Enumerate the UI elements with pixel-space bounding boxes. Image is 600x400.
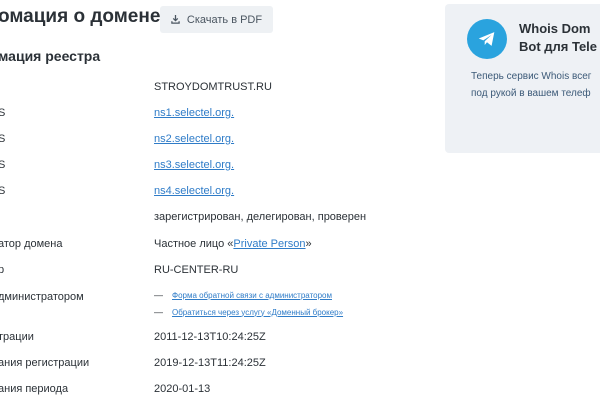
administrator-prefix: Частное лицо «: [154, 238, 234, 250]
ns1-link[interactable]: ns1.selectel.org.: [154, 107, 234, 119]
row-label-ns4: S: [0, 185, 6, 197]
private-person-link[interactable]: Private Person: [233, 238, 305, 250]
download-icon: [171, 15, 180, 24]
contact-line-broker: — Обратиться через услугу «Доменный брок…: [154, 307, 343, 317]
promo-title: Whois Dom Bot для Tele: [519, 20, 597, 56]
status-value: зарегистрирован, делегирован, проверен: [154, 211, 367, 223]
row-label-registration-expires: ания регистрации: [0, 357, 90, 369]
domain-broker-link[interactable]: Обратиться через услугу «Доменный брокер…: [172, 308, 343, 317]
administrator-suffix: »: [305, 238, 312, 250]
promo-text-line1: Теперь сервис Whois всег: [471, 71, 592, 82]
row-label-ns2: S: [0, 133, 6, 145]
row-label-created: трации: [0, 331, 34, 343]
row-label-period-expires: ания периода: [0, 383, 69, 395]
dash: —: [154, 307, 163, 317]
ns4-link[interactable]: ns4.selectel.org.: [154, 185, 234, 197]
telegram-bot-promo[interactable]: Whois Dom Bot для Tele Теперь сервис Who…: [445, 4, 600, 153]
feedback-form-link[interactable]: Форма обратной связи с администратором: [172, 291, 332, 300]
telegram-icon: [467, 19, 507, 59]
dash: —: [154, 290, 163, 300]
contact-line-feedback: — Форма обратной связи с администратором: [154, 290, 332, 300]
period-expires-date: 2020-01-13: [154, 383, 211, 395]
row-label-contact-admin: дминистратором: [0, 291, 84, 303]
promo-title-line1: Whois Dom: [519, 21, 591, 36]
row-label-ns3: S: [0, 159, 6, 171]
ns2-link[interactable]: ns2.selectel.org.: [154, 133, 234, 145]
registrar-value: RU-CENTER-RU: [154, 264, 239, 276]
created-date: 2011-12-13T10:24:25Z: [154, 331, 266, 343]
row-label-ns1: S: [0, 107, 6, 119]
page: омация о домене Скачать в PDF мация реес…: [0, 0, 600, 400]
promo-title-line2: Bot для Tele: [519, 39, 598, 54]
row-label-administrator: атор домена: [0, 238, 63, 250]
administrator-value: Частное лицо «Private Person»: [154, 238, 312, 250]
row-label-registrar: р: [0, 264, 5, 276]
ns3-link[interactable]: ns3.selectel.org.: [154, 159, 234, 171]
download-pdf-label: Скачать в PDF: [186, 13, 263, 26]
domain-value: STROYDOMTRUST.RU: [154, 81, 272, 93]
section-title: мация реестра: [0, 48, 101, 64]
page-title: омация о домене: [0, 6, 161, 27]
promo-text-line2: под рукой в вашем телеф: [471, 88, 591, 99]
download-pdf-button[interactable]: Скачать в PDF: [160, 6, 273, 33]
registration-expires-date: 2019-12-13T11:24:25Z: [154, 357, 266, 369]
promo-text: Теперь сервис Whois всег под рукой в ваш…: [471, 68, 591, 102]
